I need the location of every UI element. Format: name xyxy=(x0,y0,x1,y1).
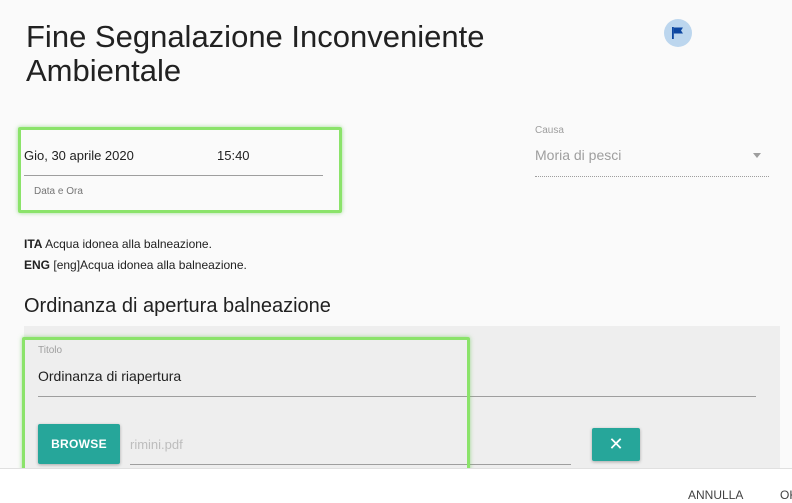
causa-underline xyxy=(535,176,769,177)
cancel-button[interactable]: ANNULLA xyxy=(688,488,743,502)
title-line-1: Fine Segnalazione Inconveniente xyxy=(26,19,485,54)
ita-tag: ITA xyxy=(24,237,43,251)
info-eng: ENG [eng]Acqua idonea alla balneazione. xyxy=(24,258,247,272)
dialog-title: Fine Segnalazione Inconveniente Ambienta… xyxy=(26,20,546,88)
dropdown-arrow-icon[interactable] xyxy=(753,153,761,158)
time-value[interactable]: 15:40 xyxy=(217,148,250,163)
ok-button[interactable]: OK xyxy=(780,488,792,502)
eng-text: [eng]Acqua idonea alla balneazione. xyxy=(53,258,247,272)
date-value[interactable]: Gio, 30 aprile 2020 xyxy=(24,148,134,163)
title-line-2: Ambientale xyxy=(26,53,182,88)
eng-tag: ENG xyxy=(24,258,51,272)
datetime-highlight xyxy=(18,127,342,213)
causa-select[interactable]: Moria di pesci xyxy=(535,147,621,163)
dialog-footer xyxy=(0,468,792,503)
close-icon: ✕ xyxy=(608,434,624,454)
ita-text: Acqua idonea alla balneazione. xyxy=(45,237,212,251)
datetime-label: Data e Ora xyxy=(34,186,83,197)
datetime-underline xyxy=(24,175,323,176)
info-ita: ITA Acqua idonea alla balneazione. xyxy=(24,237,212,251)
attachment-highlight xyxy=(22,337,470,482)
causa-label: Causa xyxy=(535,125,564,136)
flag-icon xyxy=(672,27,683,39)
section-title: Ordinanza di apertura balneazione xyxy=(24,295,331,317)
flag-button[interactable] xyxy=(664,19,692,47)
clear-file-button[interactable]: ✕ xyxy=(592,428,640,461)
